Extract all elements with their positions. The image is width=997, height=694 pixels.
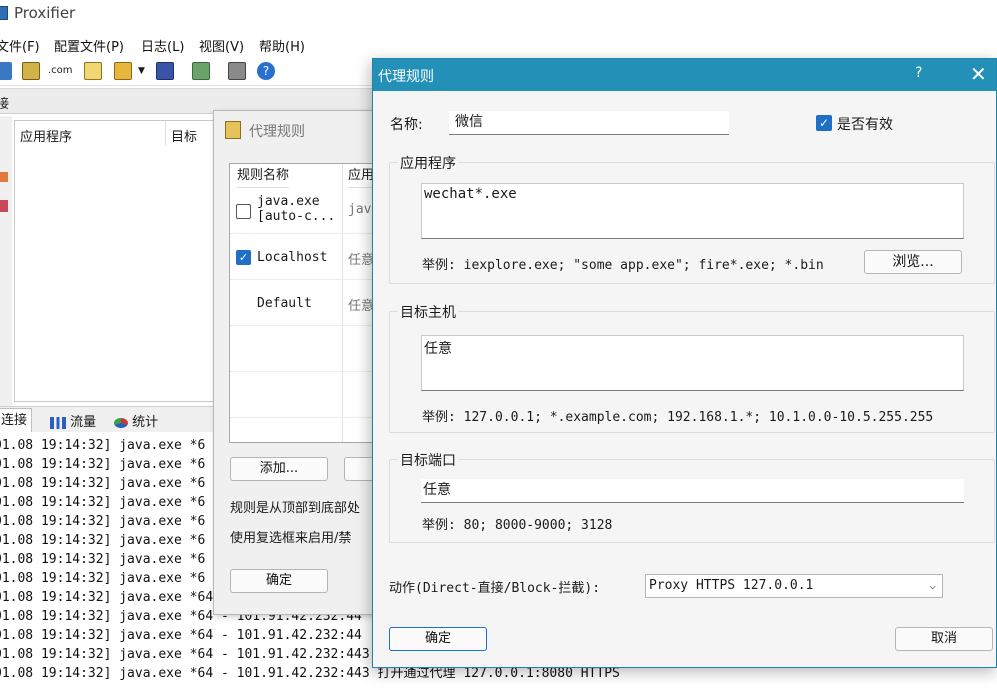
log-line: 01.08 19:14:32] java.exe *64 - 101.91.42… xyxy=(0,647,370,662)
menu-log[interactable]: 日志(L) xyxy=(141,36,184,55)
bottom-tabs: 连接 流量 统计 xyxy=(0,406,215,433)
tab-connections-label: 连接 xyxy=(1,413,28,428)
dropdown-arrow-icon[interactable]: ▼ xyxy=(138,62,148,80)
rule-row[interactable]: java.exe [auto-c... java xyxy=(230,188,388,234)
rules-ok-button[interactable]: 确定 xyxy=(230,569,328,593)
log-line: 01.08 19:14:32] java.exe *6 xyxy=(0,457,206,472)
proxy-servers-icon[interactable]: .com xyxy=(48,62,73,80)
menu-file[interactable]: 文件(F) xyxy=(0,36,40,55)
print-icon[interactable] xyxy=(228,62,246,80)
ok-button[interactable]: 确定 xyxy=(389,627,487,651)
menu-help[interactable]: 帮助(H) xyxy=(259,36,305,55)
rule-name-field[interactable]: 微信 xyxy=(449,111,729,135)
column-target[interactable]: 目标 xyxy=(171,126,197,145)
folder-icon[interactable] xyxy=(114,62,132,80)
rule-edit-title: 代理规则 xyxy=(378,69,434,85)
action-select[interactable]: Proxy HTTPS 127.0.0.1 ⌵ xyxy=(645,574,943,598)
applications-field[interactable]: wechat*.exe xyxy=(421,183,964,239)
rules-table[interactable]: 规则名称 应用 java.exe [auto-c... java ✓ Local… xyxy=(229,163,389,443)
column-rule-name[interactable]: 规则名称 xyxy=(237,164,290,188)
enabled-checkbox[interactable]: ✓ xyxy=(816,115,832,131)
rule-app: 任意 xyxy=(348,253,375,268)
rule-name: Localhost xyxy=(257,250,328,265)
rule-row[interactable]: Default 任意 xyxy=(230,280,388,326)
menu-profile[interactable]: 配置文件(P) xyxy=(54,36,124,55)
stop-icon[interactable] xyxy=(0,200,8,212)
rule-enable-checkbox[interactable] xyxy=(236,204,251,219)
column-applications[interactable]: 应用 xyxy=(348,164,375,188)
rule-name: java.exe [auto-c... xyxy=(257,194,336,224)
action-label: 动作(Direct-直接/Block-拦截): xyxy=(389,581,601,596)
rule-row-empty xyxy=(230,326,388,372)
applications-group: 应用程序 wechat*.exe 举例: iexplore.exe; "some… xyxy=(389,153,995,284)
rule-edit-dialog: 代理规则 ? ✕ 名称: 微信 ✓ 是否有效 应用程序 wechat*.exe … xyxy=(372,58,997,668)
rules-checkbox-note: 使用复选框来启用/禁 xyxy=(230,531,352,546)
clipboard-icon[interactable] xyxy=(192,62,210,80)
column-separator xyxy=(165,121,166,145)
action-selected-value: Proxy HTTPS 127.0.0.1 xyxy=(649,578,814,593)
connections-list[interactable]: 应用程序 目标 xyxy=(14,120,219,402)
new-profile-icon[interactable] xyxy=(0,62,12,80)
target-hosts-field[interactable]: 任意 xyxy=(421,335,964,391)
tab-traffic-label: 流量 xyxy=(70,415,97,430)
rules-order-note: 规则是从顶部到底部处 xyxy=(230,501,361,516)
rules-scroll-icon xyxy=(225,121,241,139)
cancel-button[interactable]: 取消 xyxy=(895,627,993,651)
proxy-rules-dialog: 代理规则 规则名称 应用 java.exe [auto-c... java ✓ … xyxy=(213,110,394,615)
target-hosts-group-label: 目标主机 xyxy=(398,302,458,322)
target-ports-field[interactable]: 任意 xyxy=(421,479,964,503)
log-line: 01.08 19:14:32] java.exe *64 - 101.91.42… xyxy=(0,628,362,643)
connections-header-label: 接 xyxy=(0,97,10,112)
rules-dialog-title: 代理规则 xyxy=(249,124,305,140)
chevron-down-icon: ⌵ xyxy=(929,579,936,592)
app-title: Proxifier xyxy=(14,4,76,22)
rule-row[interactable]: ✓ Localhost 任意 xyxy=(230,234,388,280)
log-line: 01.08 19:14:32] java.exe *6 xyxy=(0,438,206,453)
target-hosts-example: 举例: 127.0.0.1; *.example.com; 192.168.1.… xyxy=(422,410,934,425)
help-icon[interactable]: ? xyxy=(915,65,922,81)
target-ports-group-label: 目标端口 xyxy=(398,450,458,470)
column-application[interactable]: 应用程序 xyxy=(20,126,72,145)
rule-name: Default xyxy=(257,296,312,311)
tab-statistics-label: 统计 xyxy=(132,415,159,430)
menu-view[interactable]: 视图(V) xyxy=(199,36,244,55)
pie-chart-icon xyxy=(114,417,128,428)
rule-edit-title-bar: 代理规则 ? ✕ xyxy=(373,59,996,91)
name-label: 名称: xyxy=(390,117,423,133)
chart-bars-icon xyxy=(50,416,66,429)
tab-connections[interactable]: 连接 xyxy=(0,408,33,433)
main-title-bar: Proxifier xyxy=(0,0,997,28)
help-icon[interactable]: ? xyxy=(257,62,275,80)
log-line: 01.08 19:14:32] java.exe *6 xyxy=(0,552,206,567)
target-hosts-group: 目标主机 任意 举例: 127.0.0.1; *.example.com; 19… xyxy=(389,302,995,433)
log-line: 01.08 19:14:32] java.exe *6 xyxy=(0,533,206,548)
save-icon[interactable] xyxy=(156,62,174,80)
log-line: 01.08 19:14:32] java.exe *6 xyxy=(0,514,206,529)
browse-button[interactable]: 浏览... xyxy=(864,250,962,274)
applications-group-label: 应用程序 xyxy=(398,153,458,173)
log-line: 01.08 19:14:32] java.exe *6 xyxy=(0,571,206,586)
tab-statistics[interactable]: 统计 xyxy=(114,411,158,430)
open-file-icon[interactable] xyxy=(84,62,102,80)
proxifier-app-icon xyxy=(0,6,8,20)
enabled-label: 是否有效 xyxy=(837,117,893,133)
rule-enable-checkbox[interactable]: ✓ xyxy=(236,250,251,265)
log-line: 01.08 19:14:32] java.exe *6 xyxy=(0,476,206,491)
rule-app: 任意 xyxy=(348,299,375,314)
close-icon[interactable]: ✕ xyxy=(970,62,987,86)
menu-bar: 文件(F) 配置文件(P) 日志(L) 视图(V) 帮助(H) xyxy=(0,32,997,56)
log-line: 01.08 19:14:32] java.exe *6 xyxy=(0,495,206,510)
rule-row-empty xyxy=(230,372,388,418)
side-toolbar xyxy=(0,116,12,406)
tab-traffic[interactable]: 流量 xyxy=(50,411,96,430)
add-rule-button[interactable]: 添加... xyxy=(230,457,328,481)
rules-icon[interactable] xyxy=(22,62,40,80)
close-connection-icon[interactable] xyxy=(0,172,8,182)
target-ports-example: 举例: 80; 8000-9000; 3128 xyxy=(422,518,613,533)
target-ports-group: 目标端口 任意 举例: 80; 8000-9000; 3128 xyxy=(389,450,995,543)
applications-example: 举例: iexplore.exe; "some app.exe"; fire*.… xyxy=(422,258,824,273)
